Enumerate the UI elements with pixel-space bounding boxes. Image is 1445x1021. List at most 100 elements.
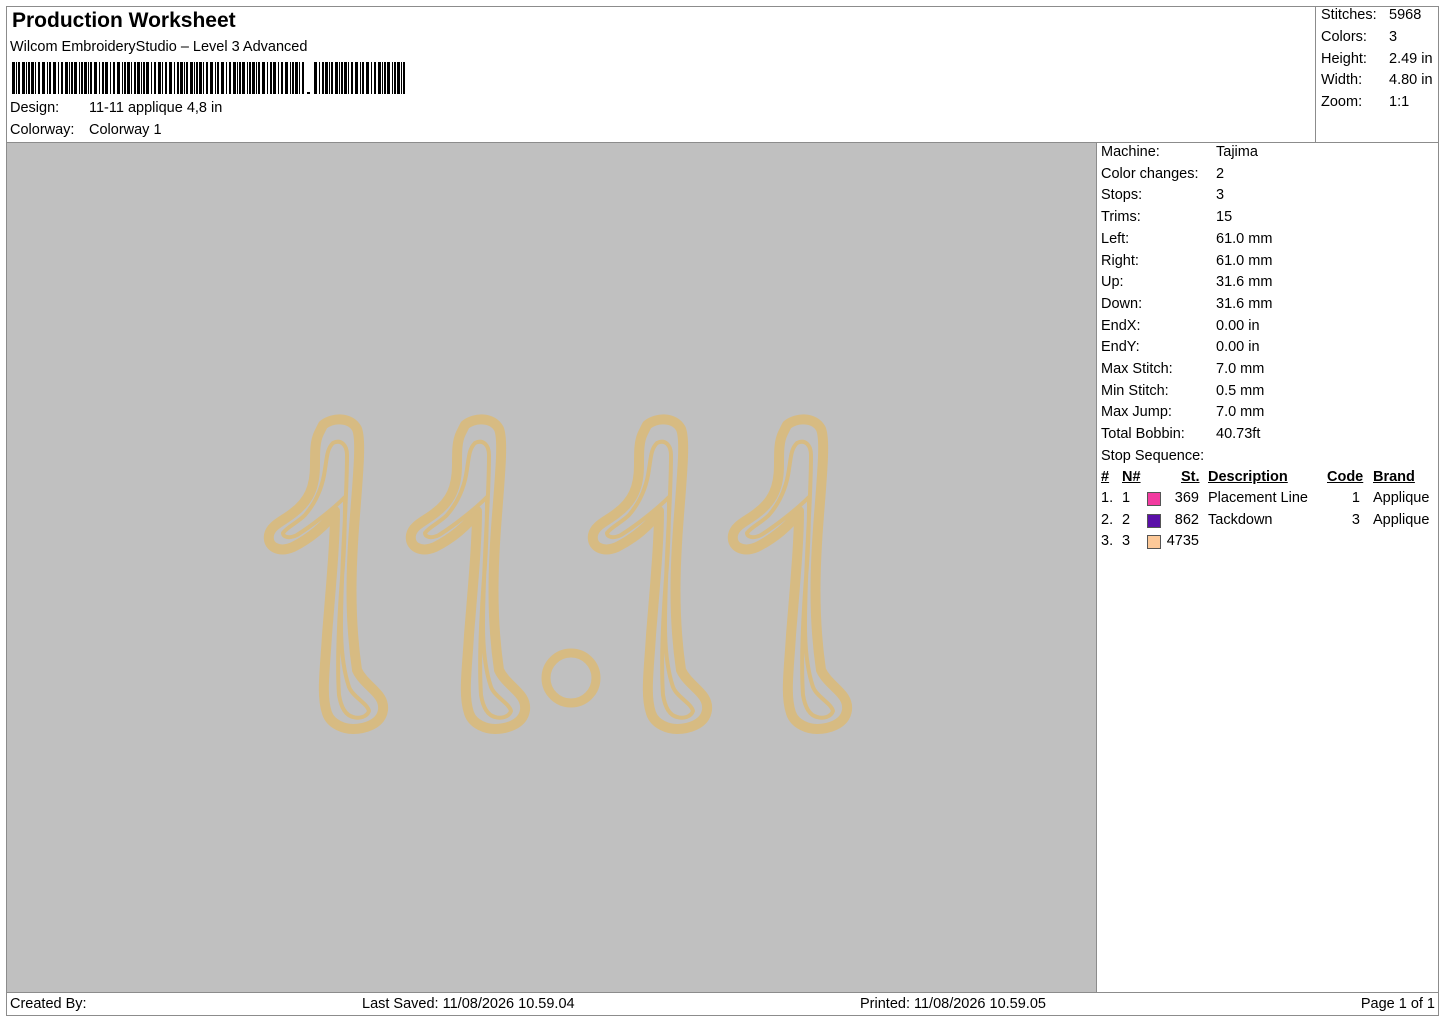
machine-info-row: Color changes: 2 xyxy=(1101,166,1431,186)
design-11-11-outline xyxy=(269,419,847,729)
machine-info-label: Min Stitch: xyxy=(1101,382,1169,399)
design-value: 11-11 applique 4,8 in xyxy=(89,100,223,116)
machine-info-row: Trims: 15 xyxy=(1101,209,1431,229)
machine-info-label: Color changes: xyxy=(1101,165,1199,182)
zoom-value: 1:1 xyxy=(1389,94,1410,110)
machine-info-value: 3 xyxy=(1216,187,1225,204)
machine-info-row: Max Jump: 7.0 mm xyxy=(1101,404,1431,424)
machine-info-label: Trims: xyxy=(1101,209,1141,226)
stitches-label: Stitches: xyxy=(1321,7,1377,23)
machine-info-label: Machine: xyxy=(1101,144,1160,160)
col-header-st: St. xyxy=(1181,469,1200,485)
width-value: 4.80 in xyxy=(1389,72,1433,88)
stop-row-brand: Applique xyxy=(1373,490,1430,506)
stop-row-code: 1 xyxy=(1351,490,1360,506)
created-by: Created By: xyxy=(10,996,87,1012)
stop-row-needle: 1 xyxy=(1122,490,1131,506)
stop-row-needle: 2 xyxy=(1122,511,1131,528)
height-value: 2.49 in xyxy=(1389,51,1433,67)
colors-value: 3 xyxy=(1389,29,1398,45)
colorway-value: Colorway 1 xyxy=(89,122,162,138)
zoom-label: Zoom: xyxy=(1321,94,1363,110)
stop-row-index: 3. xyxy=(1101,533,1114,550)
machine-info-row: Down: 31.6 mm xyxy=(1101,296,1431,316)
machine-info-row: Up: 31.6 mm xyxy=(1101,274,1431,294)
machine-info-panel: Machine: Tajima Color changes: 2 Stops: 3 Trim… xyxy=(1096,142,1439,993)
machine-info-label: Right: xyxy=(1101,252,1139,269)
page-number: Page 1 of 1 xyxy=(1360,996,1435,1012)
machine-info-label: Stops: xyxy=(1101,187,1143,204)
stop-row-stitches: 862 xyxy=(1174,511,1199,528)
machine-info-value: 61.0 mm xyxy=(1216,252,1273,269)
colors-label: Colors: xyxy=(1321,29,1367,45)
height-label: Height: xyxy=(1321,51,1367,67)
machine-info-label: Total Bobbin: xyxy=(1101,426,1185,443)
machine-info-row: Total Bobbin: 40.73ft xyxy=(1101,426,1431,446)
colorway-label: Colorway: xyxy=(10,122,75,138)
width-label: Width: xyxy=(1321,72,1363,88)
digit-one-second xyxy=(411,419,525,729)
machine-info-row: Max Stitch: 7.0 mm xyxy=(1101,361,1431,381)
machine-info-label: Max Stitch: xyxy=(1101,361,1173,377)
machine-info-value: 7.0 mm xyxy=(1216,361,1265,377)
stop-row-stitches: 369 xyxy=(1174,490,1199,506)
machine-info-value: 0.5 mm xyxy=(1216,382,1265,399)
decimal-dot xyxy=(541,648,601,708)
machine-info-label: EndX: xyxy=(1101,317,1141,334)
design-stats-box: Stitches: 5968 Colors: 3 Height: 2.49 in… xyxy=(1315,6,1441,143)
software-name: Wilcom EmbroideryStudio – Level 3 Advanc… xyxy=(10,39,308,55)
machine-info-value: Tajima xyxy=(1216,144,1258,160)
machine-info-row: Machine: Tajima xyxy=(1101,144,1431,164)
machine-info-value: 0.00 in xyxy=(1216,339,1260,356)
machine-info-label: Max Jump: xyxy=(1101,404,1172,421)
machine-info-label: Up: xyxy=(1101,274,1124,291)
machine-info-value: 15 xyxy=(1216,209,1233,226)
machine-info-value: 31.6 mm xyxy=(1216,274,1273,291)
design-label: Design: xyxy=(10,100,60,116)
machine-info-row: Right: 61.0 mm xyxy=(1101,253,1431,273)
digit-one-third xyxy=(593,419,707,729)
stop-row-stitches: 4735 xyxy=(1166,533,1199,550)
stop-row-code: 3 xyxy=(1351,511,1360,528)
printed-date: Printed: 11/08/2026 10.59.05 xyxy=(860,996,1046,1012)
machine-info-label: Stop Sequence: xyxy=(1101,447,1205,464)
col-header-num: # xyxy=(1101,469,1110,485)
machine-info-label: Left: xyxy=(1101,230,1130,247)
thread-color-swatch xyxy=(1147,513,1161,528)
col-header-n: N# xyxy=(1122,469,1141,485)
machine-info-row: EndX: 0.00 in xyxy=(1101,318,1431,338)
barcode-image xyxy=(12,62,405,94)
machine-info-row: Min Stitch: 0.5 mm xyxy=(1101,383,1431,403)
embroidery-design-image xyxy=(7,143,1096,992)
col-header-code: Code xyxy=(1327,469,1364,485)
stop-row-brand: Applique xyxy=(1373,511,1430,528)
machine-info-value: 7.0 mm xyxy=(1216,404,1265,421)
stop-row-description: Placement Line xyxy=(1208,490,1308,506)
col-header-description: Description xyxy=(1208,469,1288,485)
digit-one-first xyxy=(269,419,383,729)
machine-info-row: Stops: 3 xyxy=(1101,187,1431,207)
last-saved: Last Saved: 11/08/2026 10.59.04 xyxy=(362,996,575,1012)
worksheet-title: Production Worksheet xyxy=(12,9,236,32)
thread-color-swatch xyxy=(1147,492,1161,506)
machine-info-row: Left: 61.0 mm xyxy=(1101,231,1431,251)
machine-info-value: 40.73ft xyxy=(1216,426,1261,443)
machine-info-value: 61.0 mm xyxy=(1216,230,1273,247)
design-preview-canvas xyxy=(6,142,1097,993)
machine-info-label: EndY: xyxy=(1101,339,1140,356)
machine-info-row: EndY: 0.00 in xyxy=(1101,339,1431,359)
machine-info-row: Stop Sequence: xyxy=(1101,448,1431,468)
machine-info-label: Down: xyxy=(1101,295,1143,312)
machine-info-value: 31.6 mm xyxy=(1216,295,1273,312)
stop-row-needle: 3 xyxy=(1122,533,1131,550)
machine-info-value: 0.00 in xyxy=(1216,317,1260,334)
worksheet-header: Production Worksheet Wilcom EmbroiderySt… xyxy=(6,6,1439,143)
stop-row-index: 1. xyxy=(1101,490,1114,506)
col-header-brand: Brand xyxy=(1373,469,1415,485)
thread-color-swatch xyxy=(1147,535,1161,550)
stitches-value: 5968 xyxy=(1389,7,1422,23)
worksheet-footer: Created By: Last Saved: 11/08/2026 10.59… xyxy=(6,992,1439,1016)
machine-info-value: 2 xyxy=(1216,165,1225,182)
stop-row-index: 2. xyxy=(1101,511,1114,528)
stop-row-description: Tackdown xyxy=(1208,511,1273,528)
